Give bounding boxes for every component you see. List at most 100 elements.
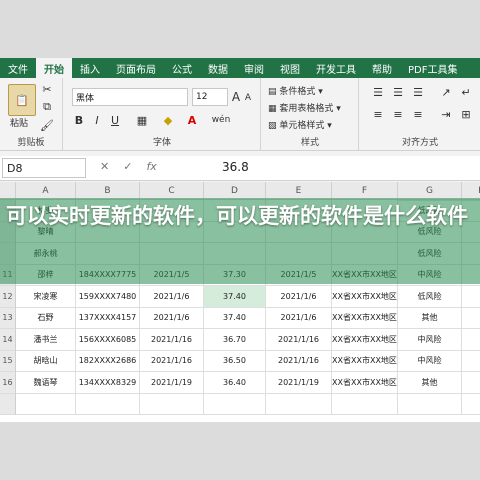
- table-cell[interactable]: 36.50: [204, 350, 266, 372]
- cut-icon[interactable]: ✂: [40, 82, 54, 96]
- align-right-icon[interactable]: ≡: [410, 106, 426, 122]
- phonetic-icon[interactable]: wén: [210, 112, 232, 128]
- font-name-select[interactable]: 黑体: [72, 88, 188, 106]
- align-center-icon[interactable]: ≡: [390, 106, 406, 122]
- table-cell[interactable]: 石野: [16, 307, 76, 329]
- tab-10[interactable]: PDF工具集: [400, 58, 465, 78]
- table-cell[interactable]: 低风险: [398, 286, 462, 308]
- border-icon[interactable]: ▦: [134, 112, 150, 128]
- table-cell[interactable]: [16, 393, 76, 415]
- row-header[interactable]: 16: [0, 372, 16, 394]
- table-cell[interactable]: 2021/1/16: [266, 329, 332, 351]
- table-format-button[interactable]: ▦ 套用表格格式 ▾: [268, 101, 341, 114]
- table-cell[interactable]: 2021/1/6: [266, 286, 332, 308]
- font-size-select[interactable]: 12: [192, 88, 228, 106]
- table-cell[interactable]: 宋凌寒: [16, 286, 76, 308]
- italic-button[interactable]: I: [90, 112, 104, 128]
- table-cell[interactable]: 魏语琴: [16, 372, 76, 394]
- table-cell[interactable]: XX省XX市XX地区: [332, 350, 398, 372]
- tab-4[interactable]: 公式: [164, 58, 200, 78]
- ribbon-home: 📋 粘贴 ✂ ⧉ 🖌 剪贴板 黑体 12 A A B I U ▦ ◆ A wén…: [0, 78, 480, 151]
- table-cell[interactable]: 134XXXX8329: [76, 372, 140, 394]
- decrease-font-icon[interactable]: A: [242, 90, 254, 106]
- table-cell[interactable]: [462, 351, 480, 372]
- table-cell[interactable]: 2021/1/6: [140, 307, 204, 329]
- fx-icon[interactable]: fx: [146, 160, 156, 173]
- tab-1[interactable]: 开始: [36, 58, 72, 78]
- paste-button[interactable]: 粘贴: [10, 116, 28, 129]
- table-cell[interactable]: 中风险: [398, 329, 462, 351]
- table-cell[interactable]: [462, 372, 480, 394]
- table-cell[interactable]: 2021/1/16: [140, 350, 204, 372]
- underline-button[interactable]: U: [108, 112, 122, 128]
- row-header[interactable]: 14: [0, 329, 16, 351]
- table-cell[interactable]: [140, 393, 204, 415]
- align-top-icon[interactable]: ☰: [370, 84, 386, 100]
- indent-icon[interactable]: ⇥: [438, 106, 454, 122]
- table-cell[interactable]: 2021/1/6: [266, 307, 332, 329]
- table-cell[interactable]: 36.40: [204, 372, 266, 394]
- table-cell[interactable]: [462, 329, 480, 351]
- tab-8[interactable]: 开发工具: [308, 58, 364, 78]
- table-cell[interactable]: XX省XX市XX地区: [332, 307, 398, 329]
- wrap-text-icon[interactable]: ↵: [458, 84, 474, 100]
- align-left-icon[interactable]: ≡: [370, 106, 386, 122]
- table-cell[interactable]: 2021/1/19: [266, 372, 332, 394]
- table-cell[interactable]: 胡晗山: [16, 350, 76, 372]
- row-header[interactable]: [0, 393, 16, 415]
- cell-styles-button[interactable]: ▧ 单元格样式 ▾: [268, 118, 332, 131]
- align-middle-icon[interactable]: ☰: [390, 84, 406, 100]
- table-cell[interactable]: 37.40: [204, 286, 266, 308]
- tab-0[interactable]: 文件: [0, 58, 36, 78]
- tab-7[interactable]: 视图: [272, 58, 308, 78]
- table-cell[interactable]: 2021/1/6: [140, 286, 204, 308]
- table-cell[interactable]: [462, 286, 480, 308]
- conditional-format-button[interactable]: ▤ 条件格式 ▾: [268, 84, 323, 97]
- align-bottom-icon[interactable]: ☰: [410, 84, 426, 100]
- tab-2[interactable]: 插入: [72, 58, 108, 78]
- table-cell[interactable]: XX省XX市XX地区: [332, 286, 398, 308]
- row-header[interactable]: 13: [0, 307, 16, 329]
- table-cell[interactable]: 2021/1/16: [266, 350, 332, 372]
- table-cell[interactable]: 156XXXX6085: [76, 329, 140, 351]
- table-cell[interactable]: [332, 393, 398, 415]
- table-cell[interactable]: 182XXXX2686: [76, 350, 140, 372]
- tab-5[interactable]: 数据: [200, 58, 236, 78]
- table-cell[interactable]: [462, 394, 480, 415]
- table-cell[interactable]: [462, 308, 480, 329]
- table-cell[interactable]: [204, 393, 266, 415]
- increase-font-icon[interactable]: A: [230, 88, 242, 106]
- row-header[interactable]: 15: [0, 350, 16, 372]
- table-cell[interactable]: 其他: [398, 372, 462, 394]
- table-cell[interactable]: 137XXXX4157: [76, 307, 140, 329]
- table-cell[interactable]: [76, 393, 140, 415]
- orientation-icon[interactable]: ↗: [438, 84, 454, 100]
- table-cell[interactable]: [266, 393, 332, 415]
- font-color-icon[interactable]: A: [184, 112, 200, 128]
- merge-center-icon[interactable]: ⊞: [458, 106, 474, 122]
- tab-6[interactable]: 审阅: [236, 58, 272, 78]
- table-cell[interactable]: 中风险: [398, 350, 462, 372]
- table-cell[interactable]: 其他: [398, 307, 462, 329]
- fill-color-icon[interactable]: ◆: [160, 112, 176, 128]
- table-cell[interactable]: 36.70: [204, 329, 266, 351]
- tab-9[interactable]: 帮助: [364, 58, 400, 78]
- formula-input[interactable]: 36.8: [222, 160, 249, 174]
- table-cell[interactable]: XX省XX市XX地区: [332, 372, 398, 394]
- cancel-icon[interactable]: ✕: [100, 160, 109, 173]
- confirm-icon[interactable]: ✓: [123, 160, 132, 173]
- row-header[interactable]: 12: [0, 286, 16, 308]
- table-cell[interactable]: 潘书兰: [16, 329, 76, 351]
- table-cell[interactable]: 2021/1/19: [140, 372, 204, 394]
- table-cell[interactable]: XX省XX市XX地区: [332, 329, 398, 351]
- name-box[interactable]: D8: [2, 158, 86, 178]
- bold-button[interactable]: B: [72, 112, 86, 128]
- table-cell[interactable]: [398, 393, 462, 415]
- table-cell[interactable]: 37.40: [204, 307, 266, 329]
- copy-icon[interactable]: ⧉: [40, 100, 54, 114]
- table-cell[interactable]: 2021/1/16: [140, 329, 204, 351]
- paste-icon[interactable]: 📋: [8, 84, 36, 116]
- format-painter-icon[interactable]: 🖌: [40, 118, 54, 132]
- table-cell[interactable]: 159XXXX7480: [76, 286, 140, 308]
- tab-3[interactable]: 页面布局: [108, 58, 164, 78]
